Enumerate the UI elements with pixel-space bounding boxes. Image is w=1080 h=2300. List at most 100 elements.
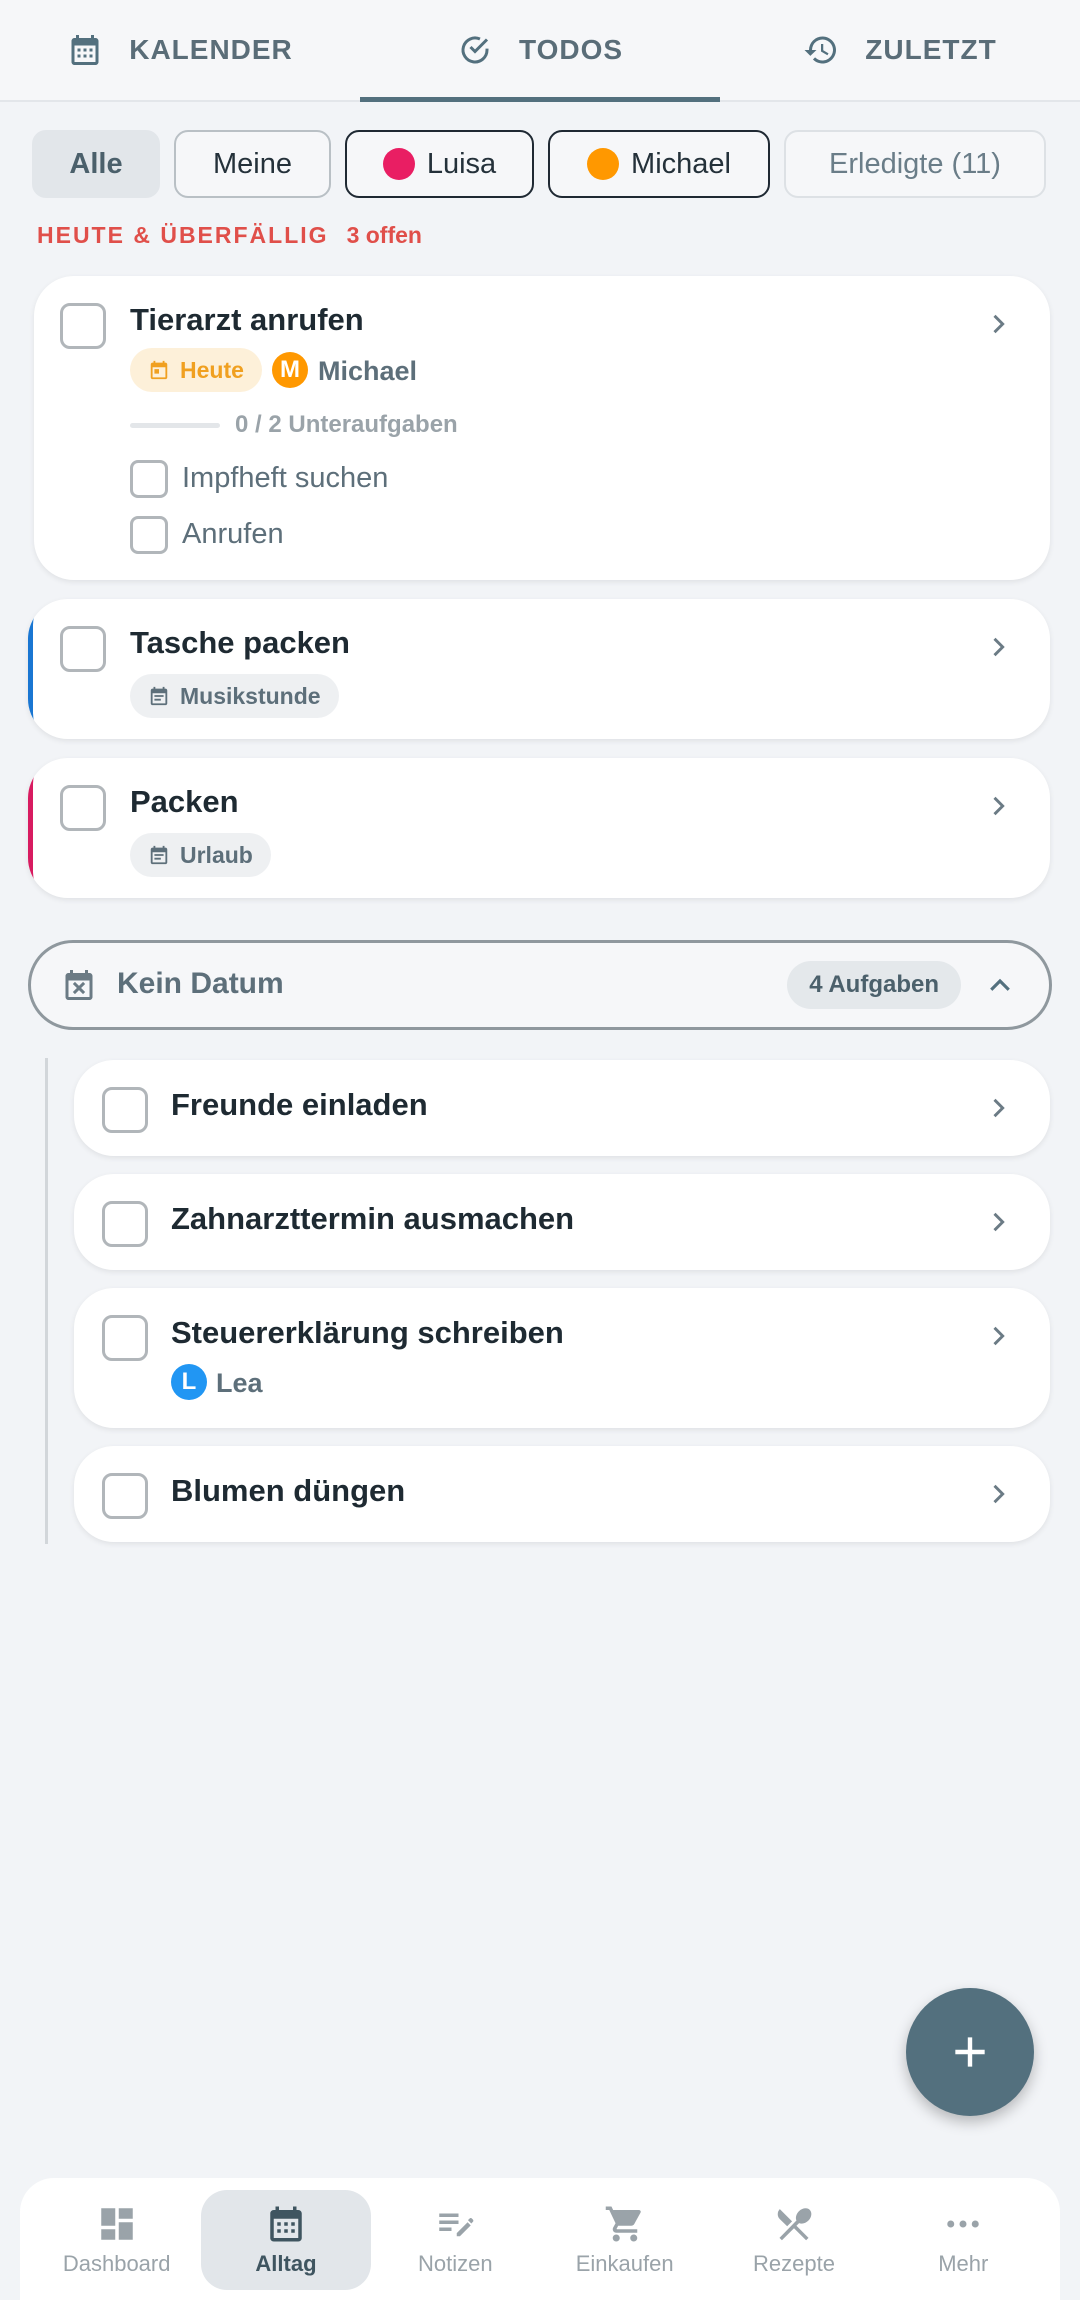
nav-rezepte[interactable]: Rezepte: [709, 2190, 878, 2290]
top-tab-bar: KALENDER TODOS ZULETZT: [0, 0, 1080, 102]
chevron-right-icon: [993, 637, 1005, 657]
event-badge: Urlaub: [130, 833, 271, 877]
nav-label: Dashboard: [62, 2251, 171, 2276]
nav-notizen[interactable]: Notizen: [371, 2190, 540, 2290]
task-checkbox[interactable]: [60, 303, 106, 349]
avatar: M: [272, 352, 308, 388]
subtask-label: Impfheft suchen: [182, 462, 389, 494]
chevron-right-icon: [993, 1484, 1005, 1504]
plus-icon: [955, 2037, 985, 2067]
person-color-dot: [382, 148, 415, 180]
task-card[interactable]: Blumen düngen: [74, 1446, 1050, 1542]
chevron-right-icon: [993, 1212, 1005, 1232]
task-title: Zahnarzttermin ausmachen: [171, 1201, 575, 1236]
task-title: Tierarzt anrufen: [130, 302, 364, 337]
due-badge: Heute: [130, 348, 262, 392]
chip-label: Luisa: [426, 147, 497, 180]
task-checkbox[interactable]: [102, 1087, 148, 1133]
group-no-date-header[interactable]: Kein Datum 4 Aufgaben: [28, 940, 1052, 1030]
chip-label: Alle: [69, 147, 123, 180]
event-label: Urlaub: [180, 841, 253, 868]
group-count-badge: 4 Aufgaben: [787, 961, 961, 1009]
task-checkbox[interactable]: [102, 1473, 148, 1519]
nav-label: Alltag: [255, 2251, 317, 2276]
calendar-icon: [150, 360, 168, 380]
subtask-label: Anrufen: [182, 518, 284, 550]
event-badge: Musikstunde: [130, 674, 339, 718]
task-card[interactable]: Freunde einladen: [74, 1060, 1050, 1156]
tab-label: KALENDER: [129, 34, 293, 65]
utensils-icon: [777, 2208, 812, 2241]
filter-all-chip[interactable]: Alle: [32, 130, 160, 198]
notes-icon: [439, 2213, 474, 2237]
task-card[interactable]: Tierarzt anrufen Heute M Michael 0 / 2 U…: [34, 276, 1050, 580]
due-label: Heute: [180, 356, 244, 383]
cart-icon: [605, 2206, 641, 2242]
calendar-icon: [71, 35, 99, 65]
event-icon: [150, 845, 168, 865]
nav-mehr[interactable]: Mehr: [879, 2190, 1048, 2290]
tab-kalender[interactable]: KALENDER: [0, 0, 360, 100]
section-count: 3 offen: [346, 222, 422, 248]
filter-michael-chip[interactable]: Michael: [548, 130, 770, 198]
subtask-checkbox[interactable]: [130, 460, 168, 498]
group-indent-line: [45, 1058, 48, 1544]
task-title: Steuererklärung schreiben: [171, 1315, 564, 1350]
nav-einkaufen[interactable]: Einkaufen: [540, 2190, 709, 2290]
task-checkbox[interactable]: [102, 1315, 148, 1361]
person-color-dot: [587, 148, 620, 180]
tab-label: ZULETZT: [865, 34, 997, 65]
chevron-right-icon: [993, 1326, 1005, 1346]
tab-label: TODOS: [518, 34, 624, 65]
task-title: Freunde einladen: [171, 1087, 428, 1122]
task-card[interactable]: Packen Urlaub: [28, 758, 1050, 898]
task-checkbox[interactable]: [60, 785, 106, 831]
chevron-right-icon: [993, 796, 1005, 816]
task-checkbox[interactable]: [60, 626, 106, 672]
task-checkbox[interactable]: [102, 1201, 148, 1247]
bottom-navigation: Dashboard Alltag Notizen Einkaufen Rezep…: [20, 2178, 1060, 2300]
nav-label: Notizen: [418, 2251, 493, 2276]
group-title: Kein Datum: [117, 967, 284, 1000]
task-title: Blumen düngen: [171, 1473, 406, 1508]
subtask-progress-bar: [130, 423, 220, 428]
chevron-right-icon: [993, 314, 1005, 334]
chevron-right-icon: [993, 1098, 1005, 1118]
nav-label: Rezepte: [753, 2251, 835, 2276]
check-circle-icon: [461, 36, 489, 64]
event-accent-bar: [28, 599, 54, 739]
chip-label: Meine: [213, 147, 292, 180]
avatar: L: [171, 1364, 207, 1400]
event-accent-bar: [28, 758, 54, 898]
assignee-name: Michael: [318, 356, 418, 386]
section-title: HEUTE & ÜBERFÄLLIG: [37, 222, 329, 248]
assignee-name: Lea: [216, 1368, 263, 1398]
chip-label: Erledigte (11): [829, 147, 1001, 180]
dashboard-icon: [100, 2208, 133, 2240]
tab-zuletzt[interactable]: ZULETZT: [720, 0, 1080, 100]
todos-screen: KALENDER TODOS ZULETZT Alle Meine Luisa …: [0, 0, 1080, 2300]
filter-chips: Alle Meine Luisa Michael Erledigte (11): [32, 130, 1046, 198]
tab-todos[interactable]: TODOS: [360, 0, 720, 102]
event-label: Musikstunde: [180, 682, 321, 709]
chip-label: Michael: [631, 147, 731, 180]
task-card[interactable]: Steuererklärung schreiben L Lea: [74, 1288, 1050, 1428]
filter-luisa-chip[interactable]: Luisa: [345, 130, 534, 198]
subtask-checkbox[interactable]: [130, 516, 168, 554]
calendar-remove-icon: [65, 970, 93, 1000]
chevron-up-icon[interactable]: [985, 971, 1015, 1001]
task-card[interactable]: Tasche packen Musikstunde: [28, 599, 1050, 739]
add-task-button[interactable]: [906, 1988, 1034, 2116]
task-title: Tasche packen: [130, 625, 350, 660]
task-title: Packen: [130, 784, 239, 819]
task-card[interactable]: Zahnarzttermin ausmachen: [74, 1174, 1050, 1270]
nav-alltag[interactable]: Alltag: [201, 2190, 371, 2290]
filter-mine-chip[interactable]: Meine: [174, 130, 331, 198]
section-today-header: HEUTE & ÜBERFÄLLIG 3 offen: [37, 222, 422, 249]
subtask-progress-text: 0 / 2 Unteraufgaben: [235, 411, 458, 438]
nav-dashboard[interactable]: Dashboard: [32, 2190, 201, 2290]
event-icon: [150, 686, 168, 706]
filter-done-chip[interactable]: Erledigte (11): [784, 130, 1046, 198]
nav-label: Einkaufen: [575, 2251, 674, 2276]
nav-label: Mehr: [938, 2251, 989, 2276]
